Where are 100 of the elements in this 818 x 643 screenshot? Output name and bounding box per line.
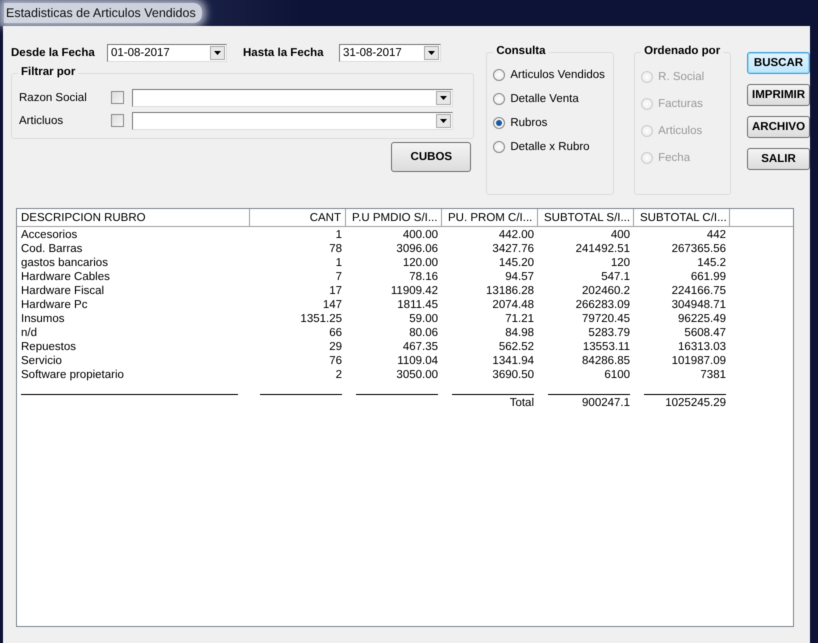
table-cell-text: 1 [334, 256, 343, 270]
table-cell-text: 1109.04 [396, 354, 439, 368]
date-field[interactable]: 31-08-2017 [339, 44, 441, 62]
action-button[interactable]: IMPRIMIR [747, 84, 810, 106]
table-cell-text: Software propietario [20, 368, 125, 382]
filter-label: Articluos [19, 114, 64, 126]
column-header[interactable]: PU. PROM C/I... [442, 209, 538, 227]
table-cell-text: 66 [328, 326, 343, 340]
table-cell-text: 202460.2 [581, 284, 631, 298]
total-cell-text: 900247.1 [581, 396, 631, 410]
table-cell-text: 13186.28 [485, 284, 535, 298]
table-cell-text: 145.20 [498, 256, 535, 270]
table-cell-text: 467.35 [402, 340, 439, 354]
caret-icon [440, 96, 447, 100]
table-cell-text: 71.21 [504, 312, 535, 326]
table-cell-text: 7 [334, 270, 343, 284]
table-cell-text: 84.98 [504, 326, 535, 340]
caret-icon [440, 118, 447, 122]
table-cell-text: 224166.75 [670, 284, 727, 298]
table-cell-text: 80.06 [408, 326, 439, 340]
table-cell-text: 17 [328, 284, 343, 298]
table-cell-text: 147 [322, 298, 343, 312]
table-cell-text: 78.16 [408, 270, 439, 284]
field-label: Desde la Fecha [11, 47, 96, 59]
table-cell-text: gastos bancarios [20, 256, 109, 270]
window-title: Estadisticas de Articulos Vendidos [4, 3, 202, 23]
radio-option[interactable]: Rubros [493, 111, 614, 135]
checkbox[interactable] [111, 91, 124, 104]
table-cell-text: 400.00 [402, 228, 439, 242]
table-cell-text: 661.99 [690, 270, 727, 284]
table-cell-text: 101987.09 [670, 354, 727, 368]
table-cell-text: Accesorios [20, 228, 78, 242]
total-label: Total [508, 396, 535, 410]
table-cell-text: 84286.85 [581, 354, 631, 368]
table-cell-text: 59.00 [408, 312, 439, 326]
table-cell-text: Cod. Barras [20, 242, 84, 256]
table-cell-text: 1811.45 [396, 298, 439, 312]
table-cell-text: 304948.71 [670, 298, 727, 312]
table-cell-text: 3096.06 [395, 242, 439, 256]
table-cell-text: 2074.48 [491, 298, 535, 312]
date-field[interactable]: 01-08-2017 [107, 44, 227, 62]
table-cell-text: 1 [334, 228, 343, 242]
checkbox[interactable] [111, 114, 124, 127]
table-cell-text: 145.2 [696, 256, 727, 270]
table-cell-text: 267365.56 [670, 242, 727, 256]
table-cell-text: 76 [328, 354, 343, 368]
table-cell-text: 1341.94 [491, 354, 535, 368]
dropdown-button[interactable] [436, 90, 451, 104]
group-title: Filtrar por [18, 66, 78, 78]
column-header[interactable]: DESCRIPCION RUBRO [17, 209, 250, 227]
table-cell-text: Hardware Pc [20, 298, 88, 312]
radio-button[interactable] [493, 93, 506, 105]
dropdown-field[interactable] [132, 88, 453, 106]
table-cell-text: Hardware Fiscal [20, 284, 106, 298]
table-cell-text: 266283.09 [574, 298, 631, 312]
total-cell-text: 1025245.29 [664, 396, 727, 410]
table-cell-text: 400 [610, 228, 631, 242]
table-cell-text: 120.00 [402, 256, 439, 270]
table-cell-text: 5608.47 [683, 326, 727, 340]
radio-button[interactable] [493, 117, 506, 129]
table-cell-text: Hardware Cables [20, 270, 111, 284]
table-cell-text: 3690.50 [491, 368, 535, 382]
table-cell-text: 11909.42 [390, 284, 439, 298]
dropdown-button[interactable] [436, 114, 451, 128]
table-cell-text: n/d [20, 326, 38, 340]
radio-button[interactable] [493, 69, 506, 81]
filter-label: Razon Social [19, 92, 88, 104]
table-cell-text: 13553.11 [582, 340, 631, 354]
column-header[interactable]: P.U PMDIO S/I... [346, 209, 442, 227]
table-cell-text: 96225.49 [677, 312, 727, 326]
action-button[interactable]: BUSCAR [747, 52, 810, 74]
table-cell-text: 2 [334, 368, 343, 382]
group-title: Consulta [493, 45, 549, 57]
radio-option[interactable]: Detalle Venta [493, 87, 614, 111]
table-cell-text: 5283.79 [587, 326, 631, 340]
field-label: Hasta la Fecha [243, 47, 325, 59]
table-cell-text: Servicio [20, 354, 63, 368]
action-button[interactable]: SALIR [747, 148, 810, 170]
table-cell-text: 78 [328, 242, 343, 256]
table-cell-text: 241492.51 [574, 242, 631, 256]
table-cell-text: 29 [328, 340, 343, 354]
action-button[interactable]: ARCHIVO [747, 116, 810, 138]
column-header[interactable]: CANT [250, 209, 346, 227]
column-header[interactable]: SUBTOTAL S/I... [538, 209, 634, 227]
table-cell-text: 120 [610, 256, 631, 270]
radio-option[interactable]: Detalle x Rubro [493, 135, 614, 159]
dropdown-button[interactable] [424, 46, 439, 60]
table-cell-text: 7381 [699, 368, 727, 382]
table-cell-text: 547.1 [600, 270, 631, 284]
dropdown-button[interactable] [210, 46, 225, 60]
dropdown-field[interactable] [132, 112, 453, 130]
table-cell-text: 442.00 [498, 228, 535, 242]
radio-option[interactable]: Articulos Vendidos [493, 63, 614, 87]
table-cell-text: 3050.00 [395, 368, 439, 382]
column-header[interactable]: SUBTOTAL C/I... [634, 209, 730, 227]
table-cell-text: 3427.76 [491, 242, 535, 256]
caret-icon [214, 51, 221, 55]
table-cell-text: 1351.25 [299, 312, 343, 326]
cubos-button[interactable]: CUBOS [391, 142, 472, 172]
radio-button[interactable] [493, 141, 506, 153]
